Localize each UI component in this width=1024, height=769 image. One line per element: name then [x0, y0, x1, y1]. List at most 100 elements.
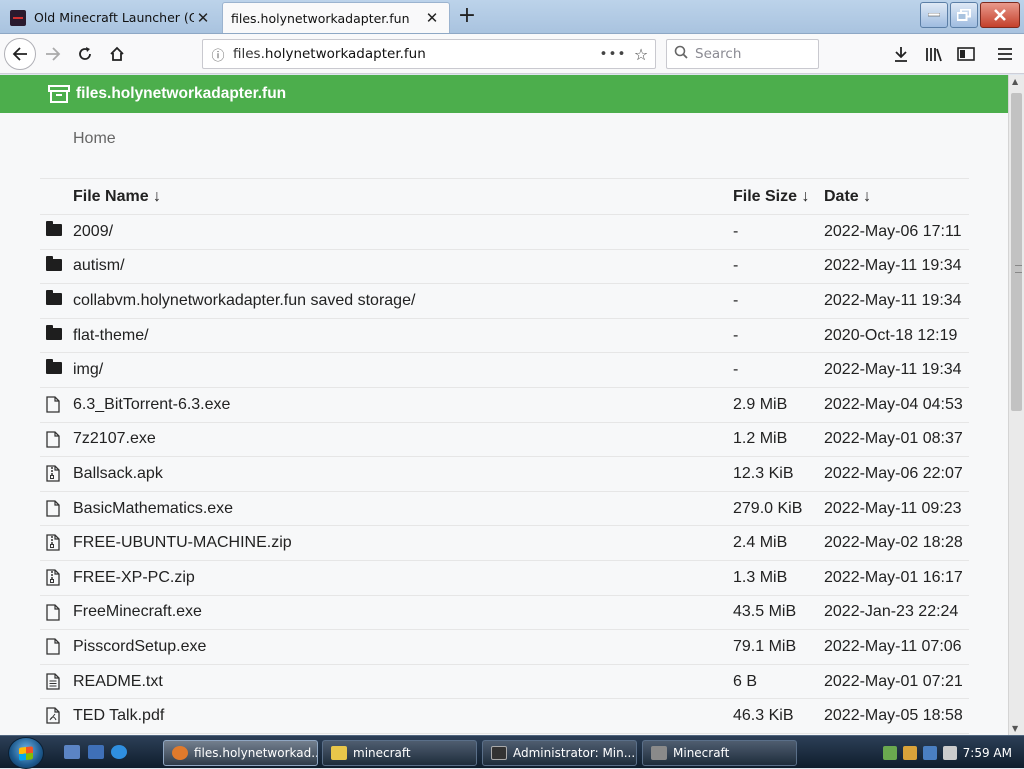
- file-name-link[interactable]: flat-theme/: [73, 318, 733, 354]
- home-button[interactable]: [102, 39, 132, 69]
- url-text[interactable]: files.holynetworkadapter.fun: [233, 46, 599, 62]
- scroll-down-arrow-icon[interactable]: ▼: [1012, 724, 1018, 733]
- taskbar-item-label: minecraft: [353, 746, 411, 760]
- scrollbar-thumb[interactable]: [1011, 93, 1022, 411]
- file-date: 2022-May-01 08:37: [824, 422, 969, 458]
- table-row[interactable]: 7z2107.exe 1.2 MiB 2022-May-01 08:37: [40, 422, 969, 458]
- sidebar-button[interactable]: [951, 39, 981, 69]
- menu-button[interactable]: [990, 39, 1020, 69]
- tray-app-icon[interactable]: [882, 745, 897, 760]
- table-row[interactable]: 6.3_BitTorrent-6.3.exe 2.9 MiB 2022-May-04…: [40, 387, 969, 423]
- search-input[interactable]: Search: [695, 46, 741, 62]
- switch-windows-icon[interactable]: [88, 745, 104, 759]
- downloads-button[interactable]: [886, 39, 916, 69]
- file-date: 2022-May-01 16:17: [824, 560, 969, 596]
- library-icon: [926, 48, 942, 62]
- icon-column-header: [40, 178, 73, 215]
- start-button[interactable]: [8, 737, 44, 769]
- page-actions-button[interactable]: •••: [599, 46, 627, 62]
- vertical-scrollbar[interactable]: ▲ ▼: [1008, 75, 1024, 735]
- file-size: 79.1 MiB: [733, 629, 824, 665]
- tray-security-icon[interactable]: [902, 745, 917, 760]
- taskbar-item-command-prompt[interactable]: Administrator: Min...: [482, 740, 637, 766]
- back-button[interactable]: [4, 38, 36, 70]
- system-clock[interactable]: 7:59 AM: [963, 746, 1012, 760]
- network-icon[interactable]: [922, 745, 937, 760]
- file-size-column-header[interactable]: File Size ↓: [733, 178, 824, 215]
- file-date: 2022-May-06 17:11: [824, 214, 969, 250]
- file-name-link[interactable]: TED Talk.pdf: [73, 698, 733, 734]
- file-name-link[interactable]: FREE-UBUNTU-MACHINE.zip: [73, 525, 733, 561]
- table-row[interactable]: 2009/-2022-May-06 17:11: [40, 214, 969, 250]
- table-row[interactable]: FREE-XP-PC.zip 1.3 MiB 2022-May-01 16:17: [40, 560, 969, 596]
- arrow-left-icon: [12, 47, 27, 61]
- minecraft-favicon-icon: [10, 9, 26, 26]
- table-row[interactable]: collabvm.holynetworkadapter.fun saved st…: [40, 283, 969, 319]
- file-name-link[interactable]: 7z2107.exe: [73, 422, 733, 458]
- taskbar-item-minecraft-game[interactable]: Minecraft: [642, 740, 797, 766]
- file-icon: [46, 396, 60, 413]
- table-row[interactable]: Ballsack.apk 12.3 KiB 2022-May-06 22:07: [40, 456, 969, 492]
- table-row[interactable]: autism/-2022-May-11 19:34: [40, 249, 969, 285]
- taskbar-item-firefox[interactable]: files.holynetworkad...: [163, 740, 318, 766]
- tab-files-site[interactable]: files.holynetworkadapter.fun ✕: [222, 2, 450, 33]
- file-size: 1.3 MiB: [733, 560, 824, 596]
- scroll-up-arrow-icon[interactable]: ▲: [1012, 77, 1018, 86]
- library-button[interactable]: [919, 39, 949, 69]
- file-date: 2022-May-02 18:28: [824, 525, 969, 561]
- file-name-link[interactable]: 6.3_BitTorrent-6.3.exe: [73, 387, 733, 423]
- tab-old-minecraft-launcher[interactable]: Old Minecraft Launcher (Offici ✕: [2, 2, 220, 33]
- file-date: 2022-May-11 19:34: [824, 352, 969, 388]
- info-icon[interactable]: ⓘ: [203, 45, 233, 64]
- close-tab-icon[interactable]: ✕: [194, 9, 212, 27]
- table-row[interactable]: FREE-UBUNTU-MACHINE.zip 2.4 MiB 2022-May-0…: [40, 525, 969, 561]
- file-date: 2022-May-11 09:23: [824, 491, 969, 527]
- forward-button[interactable]: [38, 39, 68, 69]
- new-tab-button[interactable]: +: [454, 4, 480, 30]
- text-file-icon: [46, 673, 60, 690]
- windows-logo-icon: [19, 746, 33, 761]
- close-window-button[interactable]: [980, 2, 1020, 28]
- file-name-link[interactable]: FreeMinecraft.exe: [73, 595, 733, 631]
- table-row[interactable]: README.txt 6 B 2022-May-01 07:21: [40, 664, 969, 700]
- site-title[interactable]: files.holynetworkadapter.fun: [76, 85, 286, 103]
- search-bar[interactable]: Search: [666, 39, 819, 69]
- restore-button[interactable]: [950, 2, 978, 28]
- file-name-link[interactable]: BasicMathematics.exe: [73, 491, 733, 527]
- windows-taskbar: files.holynetworkad... minecraft Adminis…: [0, 735, 1024, 769]
- date-column-header[interactable]: Date ↓: [824, 178, 969, 215]
- file-name-link[interactable]: Ballsack.apk: [73, 456, 733, 492]
- internet-explorer-icon[interactable]: [111, 745, 127, 759]
- archive-box-icon: [48, 84, 70, 104]
- page-viewport: files.holynetworkadapter.fun Home File N…: [0, 75, 1008, 735]
- reload-button[interactable]: [70, 39, 100, 69]
- tab-title: Old Minecraft Launcher (Offici: [34, 10, 194, 25]
- show-desktop-icon[interactable]: [64, 745, 80, 759]
- file-date: 2022-May-01 07:21: [824, 664, 969, 700]
- minimize-button[interactable]: [920, 2, 948, 28]
- table-row[interactable]: flat-theme/-2020-Oct-18 12:19: [40, 318, 969, 354]
- file-name-link[interactable]: PisscordSetup.exe: [73, 629, 733, 665]
- table-row[interactable]: img/-2022-May-11 19:34: [40, 352, 969, 388]
- file-name-link[interactable]: FREE-XP-PC.zip: [73, 560, 733, 596]
- window-controls: [920, 2, 1020, 28]
- taskbar-item-minecraft-folder[interactable]: minecraft: [322, 740, 477, 766]
- file-listing-table: File Name ↓ File Size ↓ Date ↓ 2009/-202…: [40, 178, 969, 734]
- file-name-column-header[interactable]: File Name ↓: [73, 178, 733, 215]
- file-date: 2022-May-11 19:34: [824, 283, 969, 319]
- file-name-link[interactable]: autism/: [73, 249, 733, 285]
- breadcrumb-home-link[interactable]: Home: [73, 130, 116, 147]
- volume-muted-icon[interactable]: [942, 745, 957, 760]
- file-name-link[interactable]: README.txt: [73, 664, 733, 700]
- file-name-link[interactable]: collabvm.holynetworkadapter.fun saved st…: [73, 283, 733, 319]
- table-row[interactable]: FreeMinecraft.exe 43.5 MiB 2022-Jan-23 22:…: [40, 595, 969, 631]
- file-name-link[interactable]: img/: [73, 352, 733, 388]
- table-row[interactable]: PisscordSetup.exe 79.1 MiB 2022-May-11 07:…: [40, 629, 969, 665]
- table-row[interactable]: TED Talk.pdf 46.3 KiB 2022-May-05 18:58: [40, 698, 969, 734]
- file-name-link[interactable]: 2009/: [73, 214, 733, 250]
- folder-icon: [46, 290, 62, 309]
- table-row[interactable]: BasicMathematics.exe 279.0 KiB 2022-May-11…: [40, 491, 969, 527]
- close-tab-icon[interactable]: ✕: [423, 9, 441, 27]
- url-bar[interactable]: ⓘ files.holynetworkadapter.fun ••• ☆: [202, 39, 656, 69]
- bookmark-star-icon[interactable]: ☆: [627, 45, 655, 64]
